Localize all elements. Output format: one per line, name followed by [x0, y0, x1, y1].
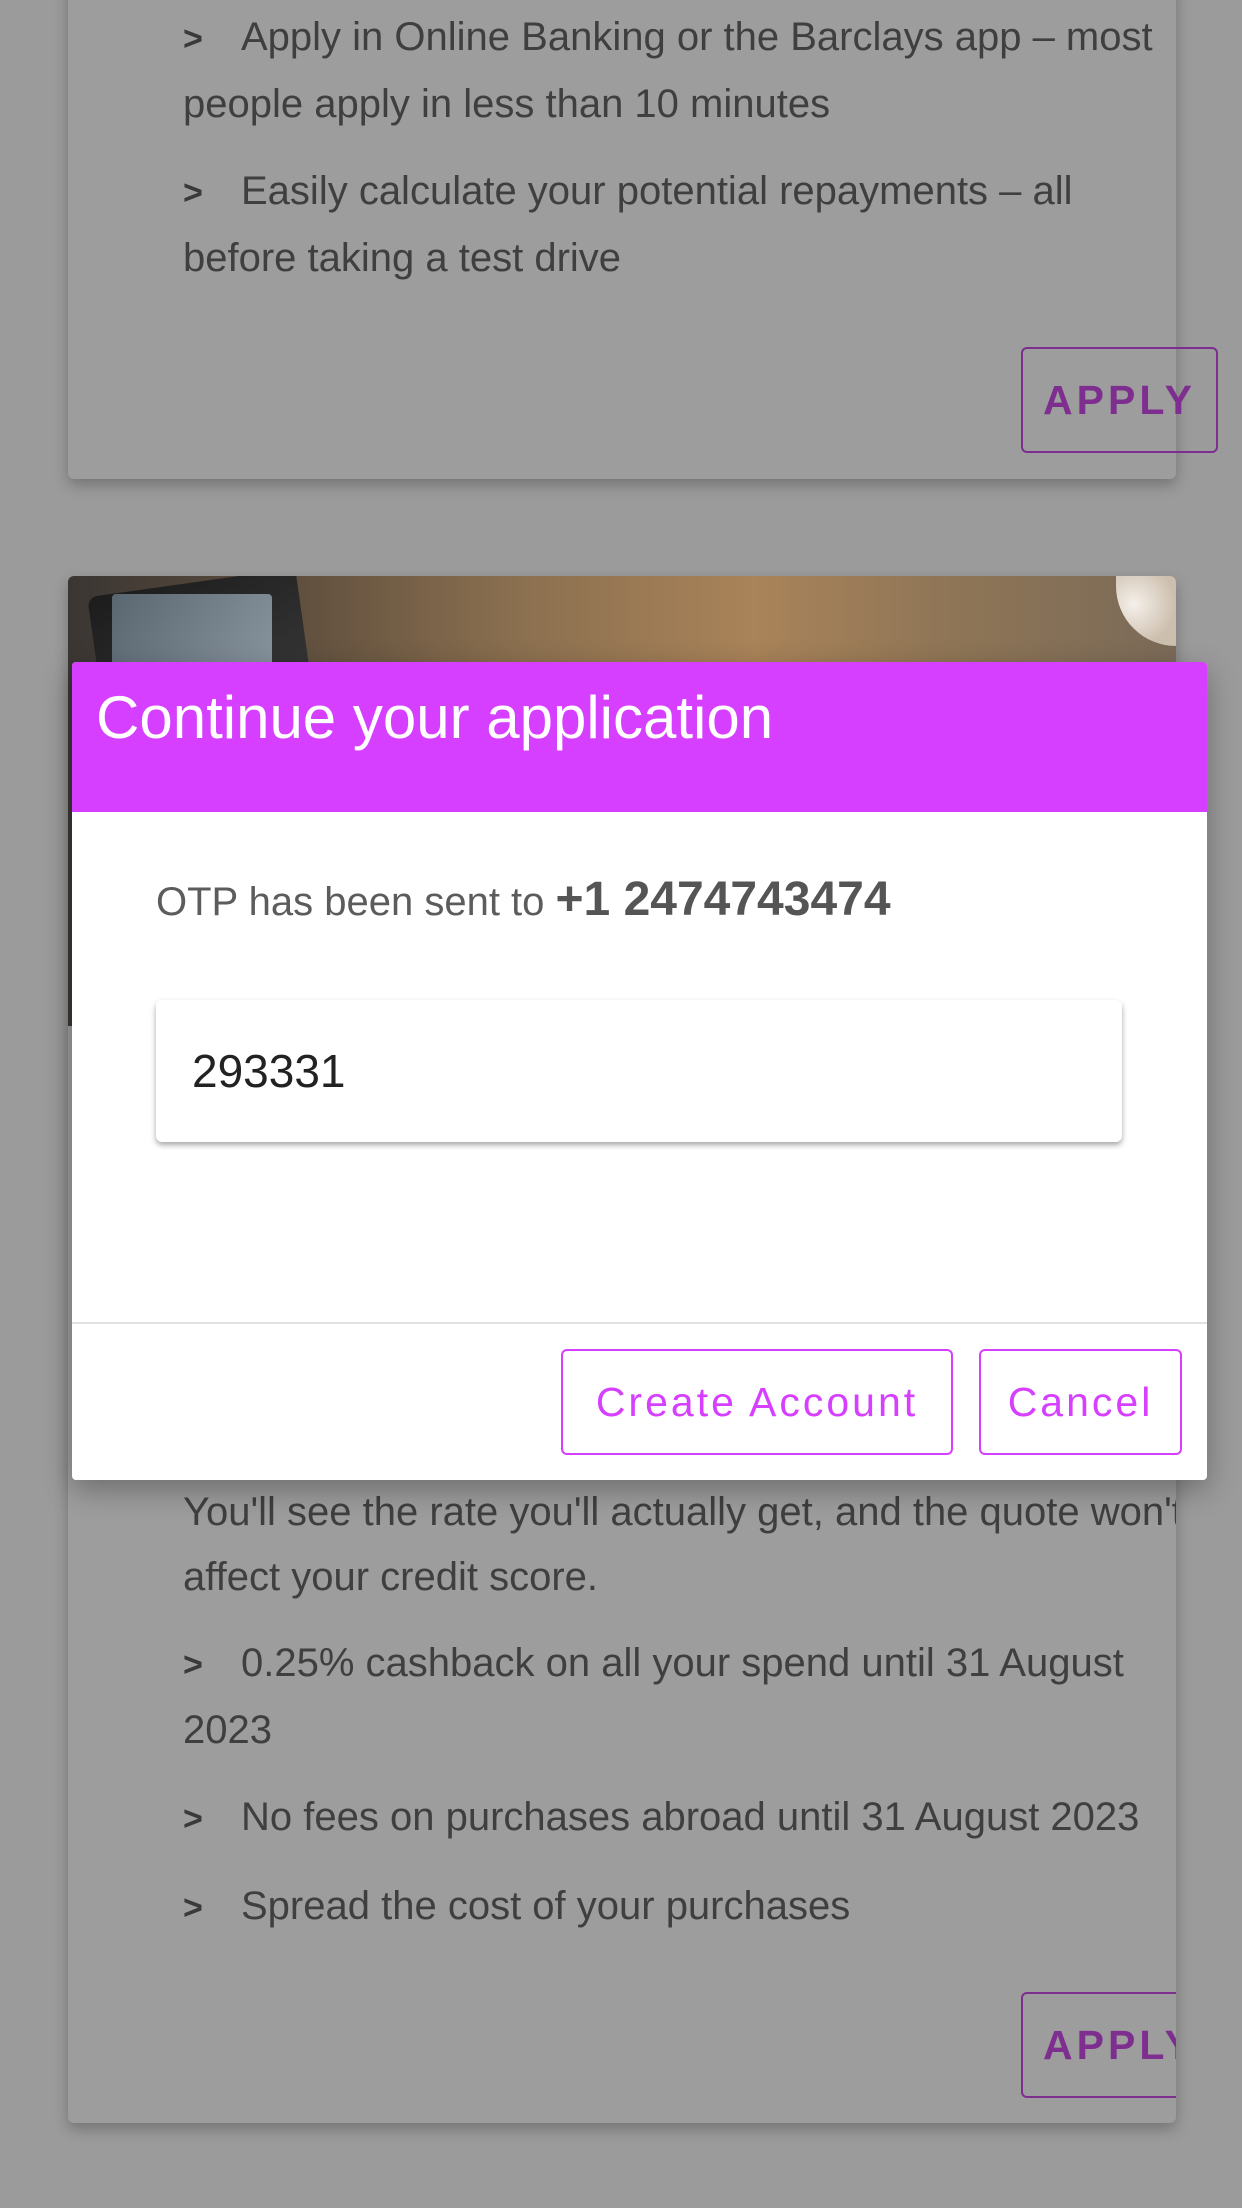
page-background: > Apply in Online Banking or the Barclays… — [0, 0, 1242, 2208]
bullet-text: Apply in Online Banking or the Barclays … — [183, 15, 1153, 126]
otp-message: OTP has been sent to +1 2474743474 — [156, 872, 891, 927]
bullet-item: >0.25% cashback on all your spend until … — [183, 1631, 1176, 1763]
chevron-right-icon: > — [183, 20, 203, 58]
product-card-top: > Apply in Online Banking or the Barclays… — [68, 0, 1218, 479]
otp-input[interactable] — [156, 1000, 1122, 1142]
bullet-item: > Easily calculate your potential repayme… — [183, 159, 1193, 291]
bullet-text: Spread the cost of your purchases — [241, 1884, 851, 1928]
bullet-item: > Apply in Online Banking or the Barclays… — [183, 5, 1193, 137]
apply-button[interactable]: APPLY — [1021, 347, 1218, 453]
otp-message-prefix: OTP has been sent to — [156, 880, 556, 924]
bullet-text: 0.25% cashback on all your spend until 3… — [183, 1641, 1124, 1752]
otp-phone-number: +1 2474743474 — [555, 873, 891, 926]
lamp-illustration — [1116, 576, 1176, 646]
chevron-right-icon: > — [183, 1800, 203, 1838]
create-account-button[interactable]: Create Account — [561, 1349, 953, 1455]
bullet-item: > Spread the cost of your purchases — [183, 1874, 1176, 1941]
otp-dialog: Continue your application OTP has been s… — [72, 662, 1207, 1480]
cancel-button[interactable]: Cancel — [979, 1349, 1182, 1455]
bullet-item: > No fees on purchases abroad until 31 Au… — [183, 1785, 1176, 1852]
dialog-header: Continue your application — [72, 662, 1207, 812]
bullet-text: No fees on purchases abroad until 31 Aug… — [241, 1795, 1140, 1839]
chevron-right-icon: > — [183, 174, 203, 212]
quote-info-text: You'll see the rate you'll actually get,… — [183, 1490, 1176, 1599]
dialog-title: Continue your application — [96, 684, 774, 751]
bullet-text: Easily calculate your potential repaymen… — [183, 169, 1073, 280]
chevron-right-icon: > — [183, 1646, 203, 1684]
apply-button[interactable]: APPLY — [1021, 1992, 1176, 2098]
chevron-right-icon: > — [183, 1889, 203, 1927]
dialog-divider — [72, 1322, 1207, 1324]
